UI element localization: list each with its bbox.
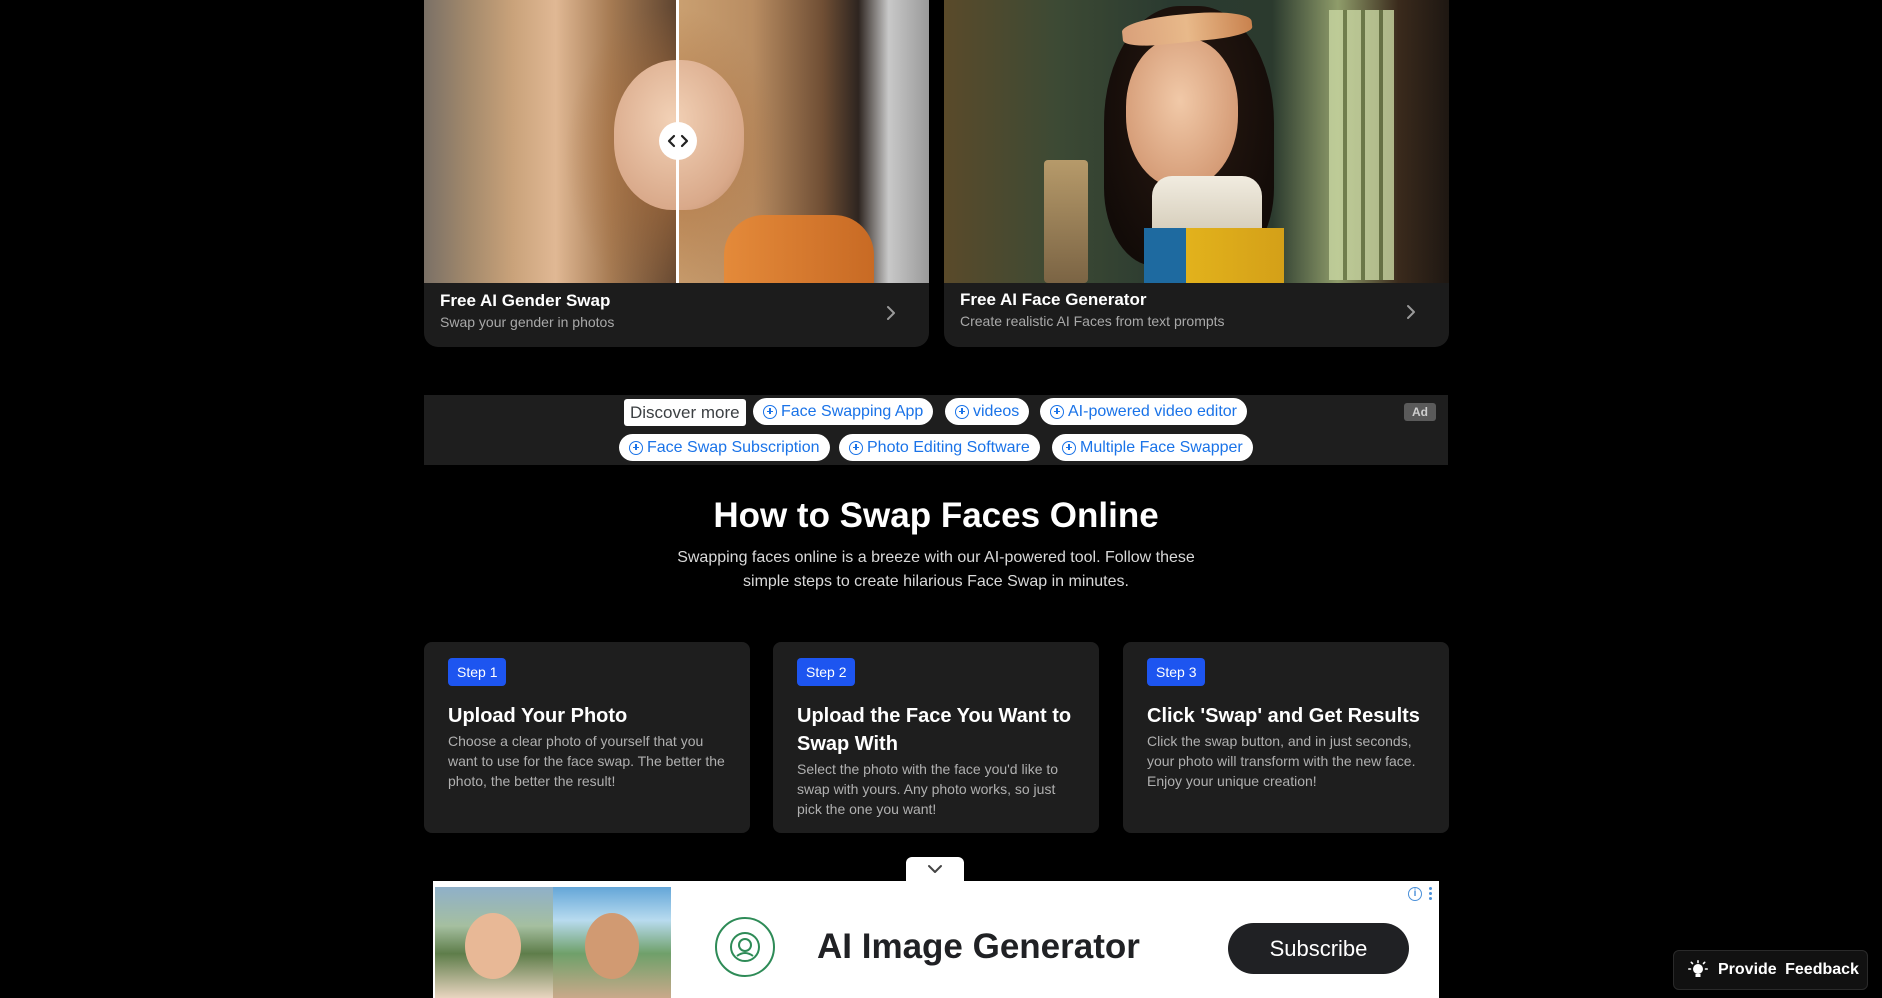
- step-description: Choose a clear photo of yourself that yo…: [448, 733, 725, 789]
- face-shape: [465, 913, 521, 979]
- ad-headline: AI Image Generator: [817, 927, 1140, 966]
- feedback-label: Provide Feedback: [1718, 961, 1859, 978]
- step-badge: Step 1: [448, 658, 507, 686]
- advertiser-logo-icon: [715, 917, 775, 977]
- pill-ai-video-editor[interactable]: AI-powered video editor: [1040, 398, 1247, 425]
- pill-face-swap-subscription[interactable]: Face Swap Subscription: [619, 434, 830, 461]
- pill-label: Multiple Face Swapper: [1080, 439, 1243, 456]
- pill-face-swapping-app[interactable]: Face Swapping App: [753, 398, 934, 425]
- provide-feedback-button[interactable]: Provide Feedback: [1673, 950, 1868, 990]
- pill-label: Face Swap Subscription: [647, 439, 820, 456]
- ad-collapse-tab[interactable]: [906, 857, 964, 881]
- step-card-2: Step 2 Upload the Face You Want to Swap …: [773, 642, 1099, 833]
- step-description: Select the photo with the face you'd lik…: [797, 761, 1059, 817]
- section-description: Swapping faces online is a breeze with o…: [677, 549, 1195, 590]
- dress-shape: [1144, 228, 1284, 283]
- jacket-shape: [724, 215, 874, 283]
- step-badge: Step 3: [1147, 658, 1206, 686]
- pill-label: AI-powered video editor: [1068, 403, 1237, 420]
- step-title: Upload Your Photo: [448, 705, 628, 727]
- chevron-down-icon: [928, 865, 942, 873]
- step-card-1: Step 1 Upload Your Photo Choose a clear …: [424, 642, 750, 833]
- card-title: Free AI Gender Swap: [440, 291, 611, 310]
- discover-more-label: Discover more: [624, 399, 746, 426]
- pill-label: Photo Editing Software: [867, 439, 1030, 456]
- lamp-shape: [1044, 160, 1088, 283]
- gender-swap-comparison-image[interactable]: [424, 0, 929, 283]
- chevron-right-icon[interactable]: [881, 301, 901, 325]
- ad-info-icon[interactable]: i: [1408, 887, 1422, 901]
- plus-circle-icon: [849, 440, 863, 455]
- ad-banner[interactable]: AI Image Generator Subscribe i: [433, 881, 1439, 998]
- plus-circle-icon: [629, 440, 643, 455]
- plus-circle-icon: [1062, 440, 1076, 455]
- step-badge: Step 2: [797, 658, 856, 686]
- subscribe-button[interactable]: Subscribe: [1228, 923, 1409, 974]
- discover-more-bar: Discover more Face Swapping App videos A…: [424, 395, 1448, 465]
- lightbulb-icon: [1688, 960, 1708, 977]
- card-footer[interactable]: Free AI Face Generator Create realistic …: [944, 282, 1449, 346]
- card-subtitle: Create realistic AI Faces from text prom…: [960, 313, 1225, 329]
- card-title: Free AI Face Generator: [960, 290, 1147, 309]
- section-title: How to Swap Faces Online: [713, 496, 1159, 535]
- card-subtitle: Swap your gender in photos: [440, 314, 615, 330]
- ad-more-options-icon[interactable]: [1427, 887, 1433, 901]
- pill-label: videos: [973, 403, 1020, 420]
- step-title: Upload the Face You Want to Swap With: [797, 705, 1072, 755]
- gender-swap-card[interactable]: Free AI Gender Swap Swap your gender in …: [424, 0, 929, 347]
- face-generator-image: [944, 0, 1449, 283]
- arrows-left-right-icon: [667, 134, 689, 148]
- pill-photo-editing-software[interactable]: Photo Editing Software: [839, 434, 1040, 461]
- plus-circle-icon: [763, 404, 777, 419]
- step-description: Click the swap button, and in just secon…: [1147, 733, 1416, 789]
- face-shape: [1126, 38, 1238, 188]
- card-footer[interactable]: Free AI Gender Swap Swap your gender in …: [424, 283, 929, 347]
- window-shape: [1329, 10, 1394, 280]
- plus-circle-icon: [955, 404, 969, 419]
- chevron-right-icon[interactable]: [1401, 300, 1421, 324]
- pill-videos[interactable]: videos: [945, 398, 1030, 425]
- plus-circle-icon: [1050, 404, 1064, 419]
- step-title: Click 'Swap' and Get Results: [1147, 705, 1420, 727]
- face-generator-card[interactable]: Free AI Face Generator Create realistic …: [944, 0, 1449, 347]
- face-shape: [585, 913, 639, 979]
- comparison-slider-handle[interactable]: [659, 122, 697, 160]
- ad-badge: Ad: [1404, 403, 1436, 421]
- step-card-3: Step 3 Click 'Swap' and Get Results Clic…: [1123, 642, 1449, 833]
- pill-multiple-face-swapper[interactable]: Multiple Face Swapper: [1052, 434, 1253, 461]
- pill-label: Face Swapping App: [781, 403, 924, 420]
